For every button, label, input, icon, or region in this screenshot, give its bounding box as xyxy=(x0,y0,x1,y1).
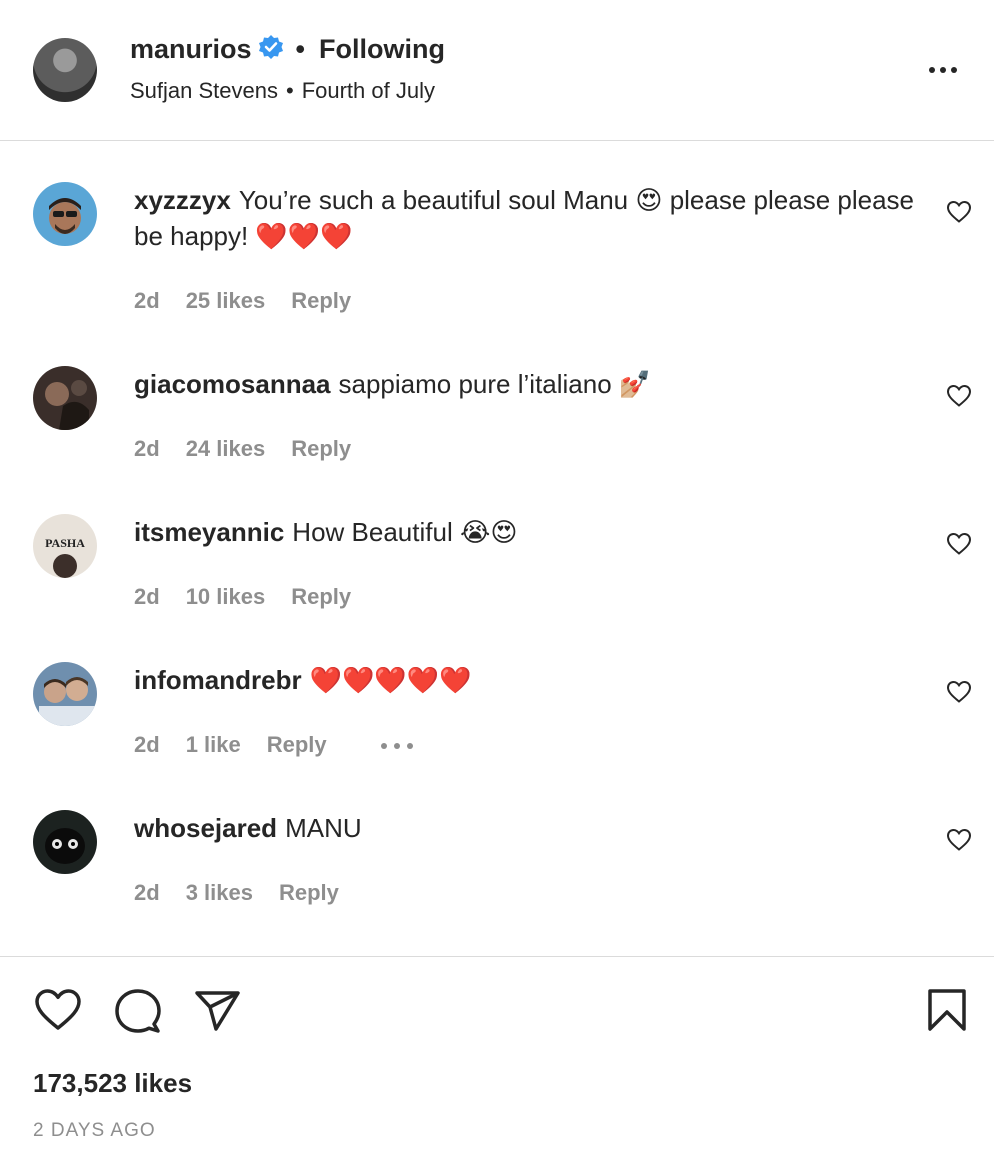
comment-text-block: giacomosannaa sappiamo pure l’italiano 💅🏼 xyxy=(134,366,914,402)
post-header: manurios • Following Sufjan Stevens • Fourth… xyxy=(0,0,994,141)
heart-outline-icon[interactable] xyxy=(946,384,972,408)
commenter-avatar[interactable] xyxy=(33,810,97,874)
comment-meta: 2d 10 likes Reply xyxy=(134,584,377,610)
comment-likes[interactable]: 25 likes xyxy=(186,288,266,313)
heart-icon[interactable] xyxy=(34,988,82,1037)
divider xyxy=(0,956,994,957)
comment-bubble-icon[interactable] xyxy=(114,988,162,1039)
comment-username[interactable]: giacomosannaa xyxy=(134,369,331,399)
reply-button[interactable]: Reply xyxy=(279,880,339,905)
comment-more-icon[interactable] xyxy=(380,728,414,759)
comment-likes[interactable]: 10 likes xyxy=(186,584,266,609)
comment-username[interactable]: infomandrebr xyxy=(134,665,302,695)
more-options-icon[interactable] xyxy=(924,60,964,80)
comment-meta: 2d 25 likes Reply xyxy=(134,288,377,314)
post-timestamp: 2 DAYS AGO xyxy=(33,1120,156,1141)
commenter-avatar[interactable] xyxy=(33,662,97,726)
comment-body: sappiamo pure l’italiano 💅🏼 xyxy=(338,369,652,399)
heart-outline-icon[interactable] xyxy=(946,680,972,704)
commenter-avatar[interactable]: PASHA xyxy=(33,514,97,578)
comment-body: You’re such a beautiful soul Manu 😍 plea… xyxy=(134,185,914,251)
verified-badge-icon xyxy=(258,34,284,67)
heart-outline-icon[interactable] xyxy=(946,532,972,556)
comment-likes[interactable]: 1 like xyxy=(186,732,241,757)
separator-dot: • xyxy=(285,78,294,103)
author-line: manurios • Following xyxy=(130,34,445,67)
paper-plane-icon[interactable] xyxy=(194,990,242,1037)
commenter-avatar[interactable] xyxy=(33,182,97,246)
separator-dot: • xyxy=(295,34,305,64)
commenter-avatar[interactable] xyxy=(33,366,97,430)
comment-text-block: itsmeyannic How Beautiful 😭😍 xyxy=(134,514,914,550)
audio-title: Fourth of July xyxy=(301,78,435,103)
comment-time: 2d xyxy=(134,288,160,313)
comment-meta: 2d 24 likes Reply xyxy=(134,436,377,462)
audio-artist: Sufjan Stevens xyxy=(130,78,278,103)
bookmark-icon[interactable] xyxy=(926,988,968,1037)
comment-body: ❤️❤️❤️❤️❤️ xyxy=(309,665,472,695)
reply-button[interactable]: Reply xyxy=(291,584,351,609)
comment-time: 2d xyxy=(134,880,160,905)
reply-button[interactable]: Reply xyxy=(291,288,351,313)
comment-username[interactable]: whosejared xyxy=(134,813,277,843)
comment-body: MANU xyxy=(285,813,362,843)
comment-likes[interactable]: 3 likes xyxy=(186,880,253,905)
comment-time: 2d xyxy=(134,584,160,609)
audio-line[interactable]: Sufjan Stevens • Fourth of July xyxy=(130,78,435,104)
heart-outline-icon[interactable] xyxy=(946,828,972,852)
comment-text-block: infomandrebr ❤️❤️❤️❤️❤️ xyxy=(134,662,914,698)
comment-time: 2d xyxy=(134,732,160,757)
reply-button[interactable]: Reply xyxy=(267,732,327,757)
author-avatar[interactable] xyxy=(33,38,97,102)
comment-time: 2d xyxy=(134,436,160,461)
reply-button[interactable]: Reply xyxy=(291,436,351,461)
following-button[interactable]: Following xyxy=(319,34,445,64)
comment-likes[interactable]: 24 likes xyxy=(186,436,266,461)
comment-text-block: xyzzzyx You’re such a beautiful soul Manu… xyxy=(134,182,914,254)
heart-outline-icon[interactable] xyxy=(946,200,972,224)
comment-meta: 2d 1 like Reply xyxy=(134,732,353,758)
comment-meta: 2d 3 likes Reply xyxy=(134,880,365,906)
comment-username[interactable]: xyzzzyx xyxy=(134,185,231,215)
comment-body: How Beautiful 😭😍 xyxy=(292,517,518,547)
comment-username[interactable]: itsmeyannic xyxy=(134,517,284,547)
likes-count[interactable]: 173,523 likes xyxy=(33,1068,192,1099)
comment-text-block: whosejared MANU xyxy=(134,810,914,846)
author-username[interactable]: manurios xyxy=(130,34,252,64)
